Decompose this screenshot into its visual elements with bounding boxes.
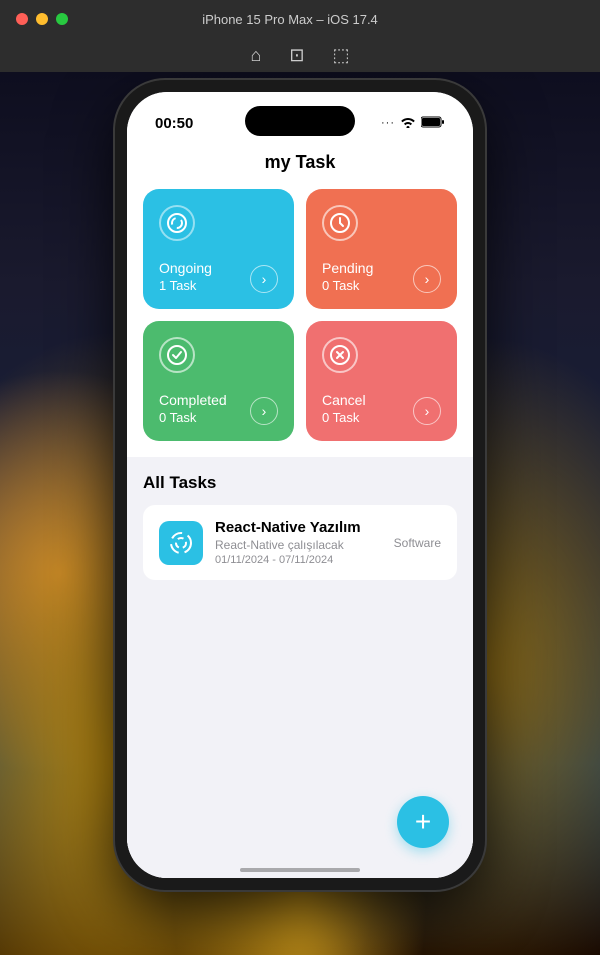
app-title: my Task	[265, 152, 336, 172]
status-icons: ···	[381, 116, 445, 131]
task-category: Software	[394, 536, 441, 550]
ongoing-label: Ongoing	[159, 260, 212, 276]
status-time: 00:50	[155, 115, 193, 132]
cancel-card[interactable]: Cancel 0 Task ›	[306, 321, 457, 441]
app-screen: my Task Ongoing 1 Task	[127, 140, 473, 878]
task-item[interactable]: React-Native Yazılım React-Native çalışı…	[143, 505, 457, 580]
ongoing-icon	[159, 205, 195, 241]
task-cards-grid: Ongoing 1 Task ›	[127, 189, 473, 457]
all-tasks-header: All Tasks	[143, 473, 457, 493]
ongoing-count: 1 Task	[159, 278, 212, 293]
home-icon[interactable]: ⌂	[251, 45, 262, 66]
cancel-label: Cancel	[322, 392, 366, 408]
completed-icon	[159, 337, 195, 373]
task-info: React-Native Yazılım React-Native çalışı…	[215, 519, 382, 566]
ongoing-card[interactable]: Ongoing 1 Task ›	[143, 189, 294, 309]
cancel-arrow[interactable]: ›	[413, 397, 441, 425]
cancel-icon	[322, 337, 358, 373]
dynamic-island	[245, 106, 355, 136]
maximize-button[interactable]	[56, 13, 68, 25]
pending-arrow[interactable]: ›	[413, 265, 441, 293]
camera-icon[interactable]: ⊡	[289, 45, 304, 66]
titlebar: iPhone 15 Pro Max – iOS 17.4 ⌂ ⊡ ⬚	[0, 0, 600, 72]
home-indicator	[240, 868, 360, 872]
ongoing-arrow[interactable]: ›	[250, 265, 278, 293]
plus-icon: +	[415, 806, 431, 838]
close-button[interactable]	[16, 13, 28, 25]
task-dates: 01/11/2024 - 07/11/2024	[215, 554, 382, 566]
signal-icon: ···	[381, 117, 395, 129]
pending-card[interactable]: Pending 0 Task ›	[306, 189, 457, 309]
task-description: React-Native çalışılacak	[215, 538, 382, 552]
pending-count: 0 Task	[322, 278, 373, 293]
share-icon[interactable]: ⬚	[332, 45, 349, 66]
pending-label: Pending	[322, 260, 373, 276]
task-icon-box	[159, 521, 203, 565]
minimize-button[interactable]	[36, 13, 48, 25]
phone-frame: 00:50 ··· my Task	[115, 80, 485, 890]
completed-arrow[interactable]: ›	[250, 397, 278, 425]
phone-screen: 00:50 ··· my Task	[127, 92, 473, 878]
pending-icon	[322, 205, 358, 241]
completed-label: Completed	[159, 392, 227, 408]
status-bar: 00:50 ···	[127, 92, 473, 140]
app-header: my Task	[127, 140, 473, 189]
window-title: iPhone 15 Pro Max – iOS 17.4	[76, 12, 504, 27]
completed-card[interactable]: Completed 0 Task ›	[143, 321, 294, 441]
wifi-icon	[400, 116, 416, 131]
battery-icon	[421, 116, 445, 131]
add-task-button[interactable]: +	[397, 796, 449, 848]
cancel-count: 0 Task	[322, 410, 366, 425]
task-name: React-Native Yazılım	[215, 519, 382, 536]
completed-count: 0 Task	[159, 410, 227, 425]
